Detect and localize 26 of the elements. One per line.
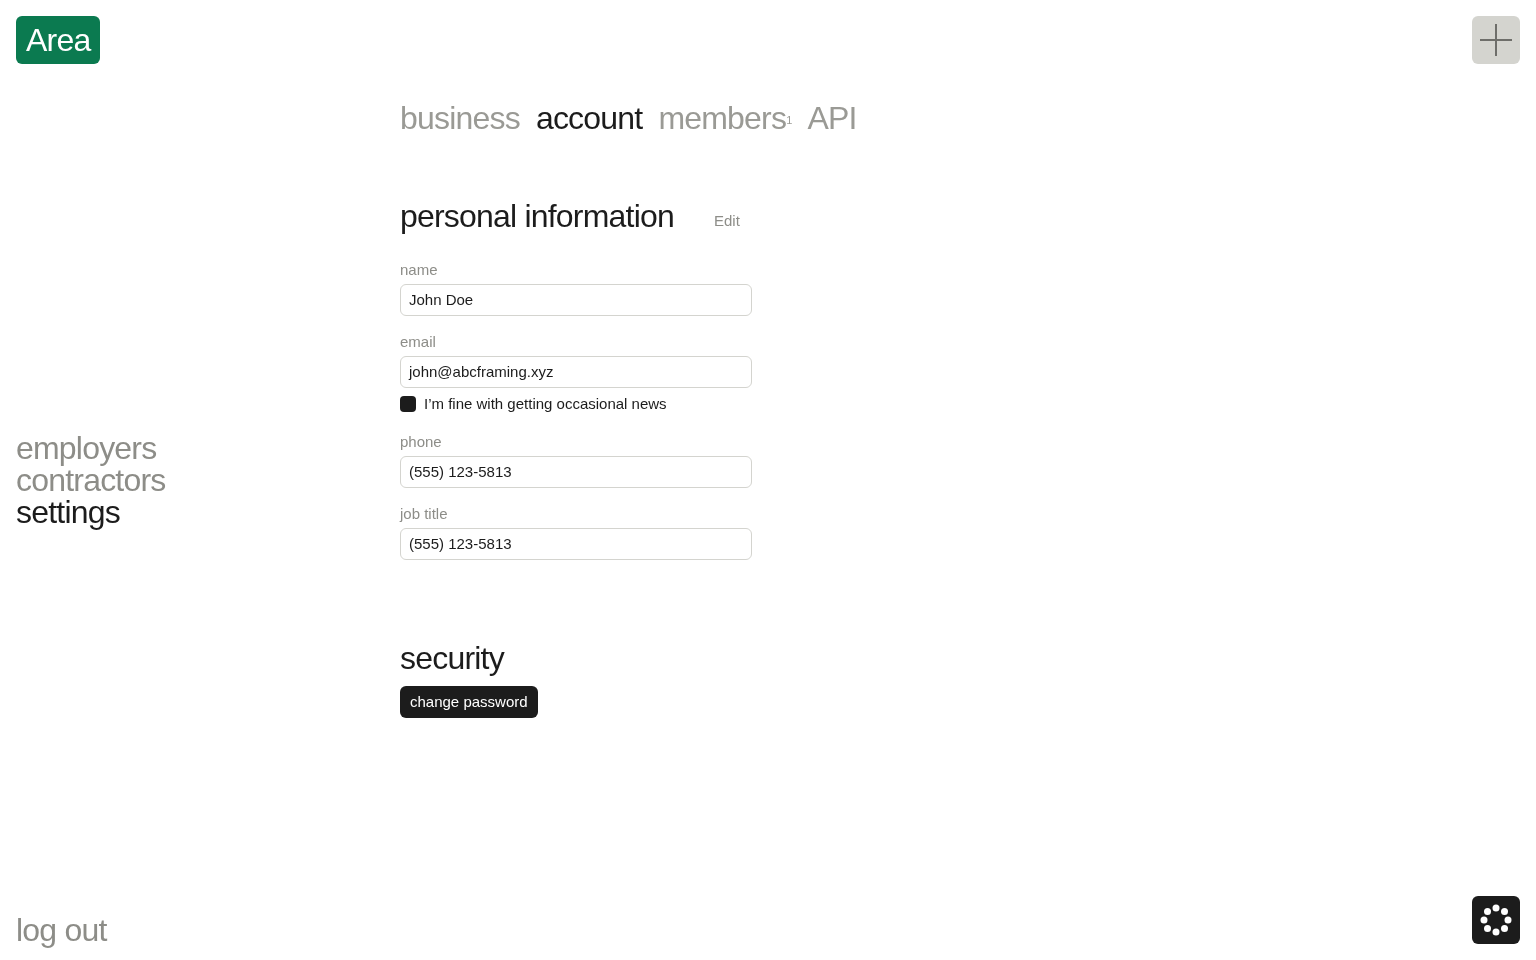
dots-icon (1480, 904, 1512, 936)
input-field[interactable]: (555) 123-5813 (400, 528, 752, 560)
checkbox-label: I’m fine with getting occasional news (424, 393, 667, 414)
tab[interactable]: members$^{1}$ (658, 98, 792, 138)
loader-button[interactable] (1472, 896, 1520, 944)
plus-icon (1480, 24, 1512, 56)
tab[interactable]: account (535, 98, 643, 138)
nav-item[interactable]: employers (16, 432, 166, 464)
input-field[interactable]: john@abcframing.xyz (400, 356, 752, 388)
add-button[interactable] (1472, 16, 1520, 64)
checkbox[interactable] (400, 396, 416, 412)
edit-link[interactable]: Edit (713, 209, 740, 232)
section-title: personal information (400, 197, 674, 236)
input-field[interactable]: John Doe (400, 284, 752, 316)
logo[interactable]: Area (16, 16, 101, 64)
tab[interactable]: API (807, 98, 857, 138)
field-label: phone (400, 432, 443, 452)
field-label: job title (400, 504, 449, 524)
input-field[interactable]: (555) 123-5813 (400, 456, 752, 488)
field-label: email (400, 332, 437, 352)
tab[interactable]: business (400, 98, 520, 138)
section-title: security (400, 639, 506, 678)
nav-item[interactable]: settings (16, 496, 166, 528)
logout-link[interactable]: log out (16, 910, 107, 950)
field-label: name (400, 260, 439, 280)
change-password-button[interactable]: change password (400, 686, 538, 718)
